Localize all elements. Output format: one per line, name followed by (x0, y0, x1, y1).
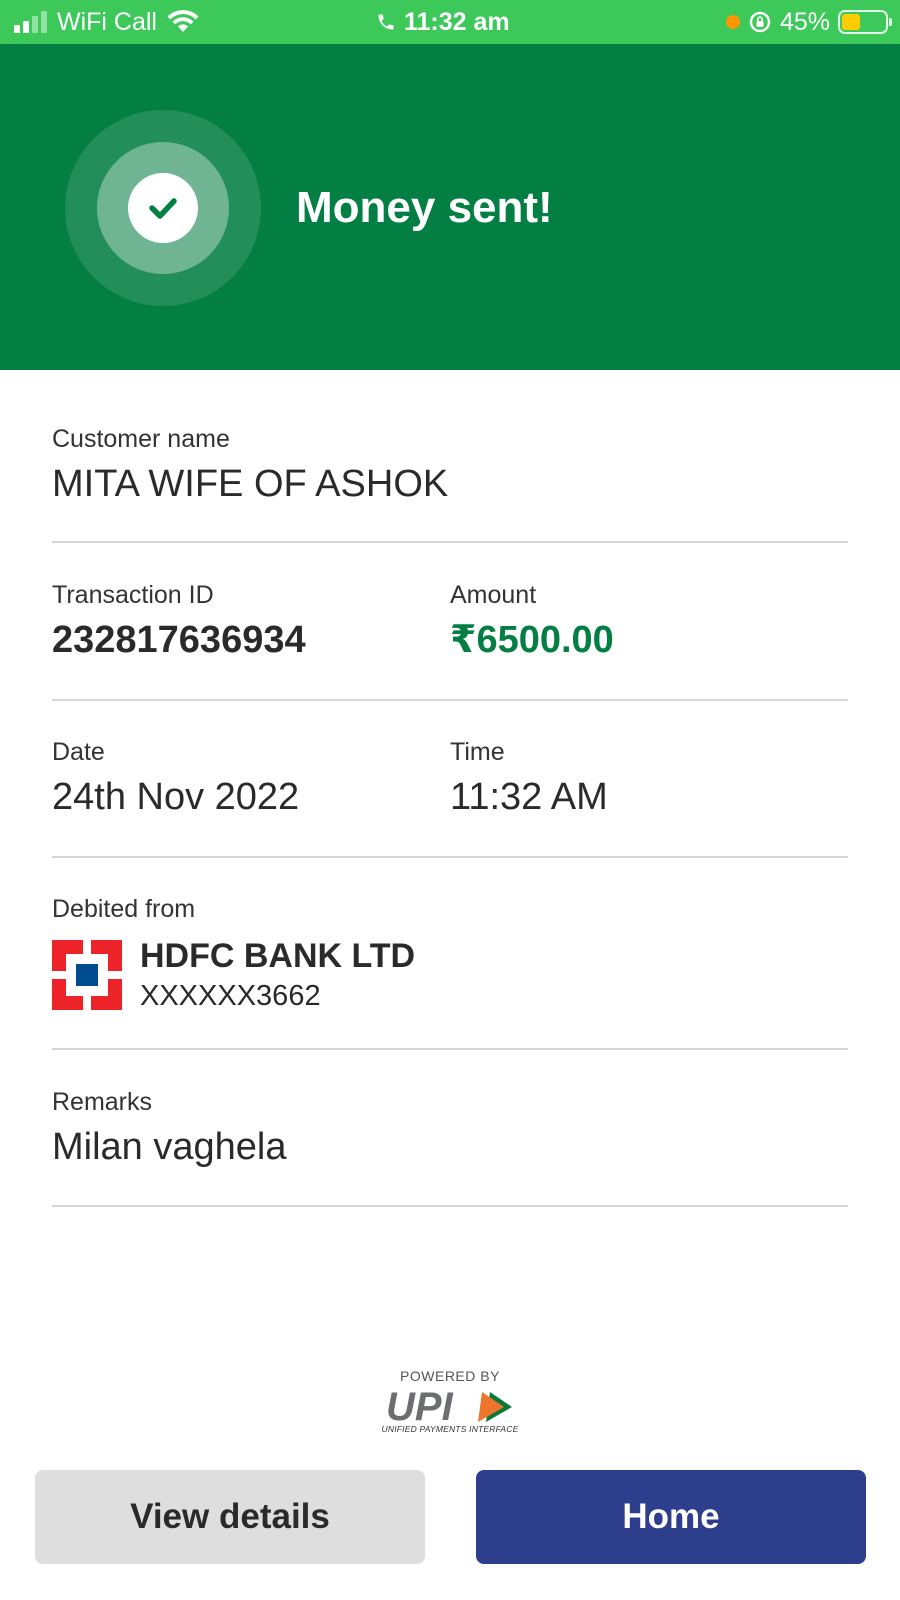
wifi-icon (167, 10, 199, 32)
status-time: 11:32 am (404, 8, 510, 36)
remarks-section: Remarks Milan vaghela (52, 1087, 848, 1169)
transaction-section: Transaction ID 232817636934 Amount ₹6500… (52, 580, 848, 662)
status-bar: WiFi Call 11:32 am 45% (0, 0, 900, 44)
signal-icon (14, 11, 47, 33)
date-label: Date (52, 738, 105, 766)
success-header: Money sent! (0, 44, 900, 370)
customer-section: Customer name MITA WIFE OF ASHOK (52, 424, 848, 506)
customer-name-value: MITA WIFE OF ASHOK (52, 463, 449, 505)
datetime-section: Date 24th Nov 2022 Time 11:32 AM (52, 737, 848, 819)
time-block: Time 11:32 AM (450, 737, 608, 819)
divider (52, 1048, 848, 1050)
bank-details: HDFC BANK LTD XXXXXX3662 (140, 936, 415, 1014)
status-center: 11:32 am (376, 8, 510, 36)
remarks-value: Milan vaghela (52, 1126, 287, 1168)
remarks-label: Remarks (52, 1088, 153, 1116)
upi-subtitle: UNIFIED PAYMENTS INTERFACE (381, 1424, 519, 1434)
phone-icon (378, 14, 394, 30)
upi-powered-by: POWERED BY (400, 1368, 500, 1384)
status-left: WiFi Call (14, 8, 199, 36)
transaction-id-block: Transaction ID 232817636934 (52, 580, 306, 662)
debited-from-label: Debited from (52, 895, 196, 923)
bank-name: HDFC BANK LTD (140, 937, 416, 975)
success-ring (65, 110, 261, 306)
battery-icon (838, 10, 892, 34)
amount-block: Amount ₹6500.00 (450, 580, 614, 662)
transaction-id-label: Transaction ID (52, 581, 214, 609)
privacy-indicator-icon (725, 15, 740, 29)
divider (52, 699, 848, 701)
divider (52, 541, 848, 543)
checkmark-icon (128, 173, 198, 243)
date-value: 24th Nov 2022 (52, 776, 300, 818)
page-title: Money sent! (296, 183, 553, 232)
rotation-lock-icon (749, 11, 771, 33)
time-value: 11:32 AM (450, 776, 608, 818)
upi-logo: POWERED BY UPI UNIFIED PAYMENTS INTERFAC… (380, 1368, 520, 1434)
upi-logo-text: UPI (386, 1386, 454, 1426)
divider (52, 856, 848, 858)
upi-mark-icon: UPI (386, 1386, 512, 1426)
amount-label: Amount (450, 581, 537, 609)
date-block: Date 24th Nov 2022 (52, 737, 299, 819)
transaction-id-value: 232817636934 (52, 619, 306, 661)
carrier-label: WiFi Call (57, 8, 157, 36)
customer-name-label: Customer name (52, 425, 230, 453)
bank-account-row: HDFC BANK LTD XXXXXX3662 (52, 936, 848, 1014)
status-right: 45% (725, 8, 892, 36)
battery-percent: 45% (779, 8, 830, 36)
divider (52, 1205, 848, 1207)
hdfc-bank-logo-icon (52, 940, 122, 1010)
bank-account-number: XXXXXX3662 (140, 980, 321, 1012)
home-button[interactable]: Home (476, 1470, 866, 1564)
view-details-button[interactable]: View details (35, 1470, 425, 1564)
time-label: Time (450, 738, 505, 766)
amount-value: ₹6500.00 (450, 619, 614, 661)
debit-section: Debited from HDFC BANK LTD XXXXXX3662 (52, 894, 848, 1014)
